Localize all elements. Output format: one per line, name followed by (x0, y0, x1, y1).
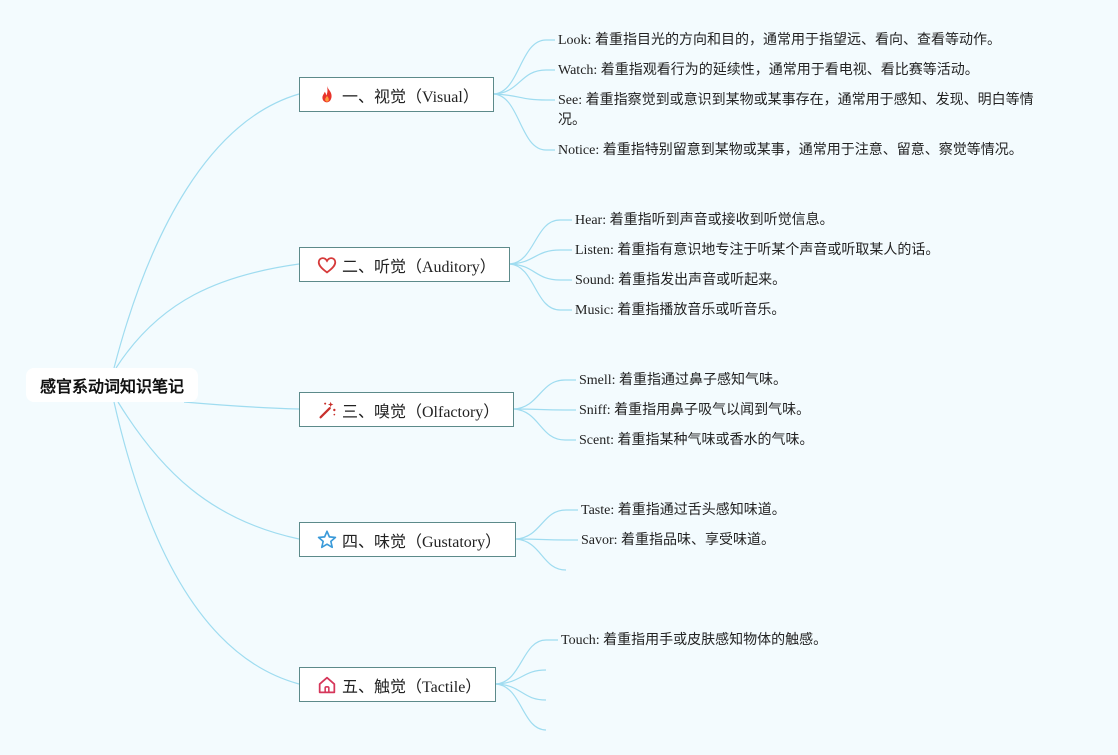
connector-auditory-1 (509, 219, 572, 265)
connector-auditory-4 (509, 263, 572, 311)
connector-root-tactile (113, 401, 300, 685)
connector-root-gustatory (117, 401, 300, 540)
connector-gustatory-1 (515, 509, 578, 540)
connector-visual-1 (493, 39, 555, 95)
leaf-gustatory-2[interactable]: Savor: 着重指品味、享受味道。 (581, 531, 775, 551)
home-icon (316, 674, 338, 696)
branch-gustatory-label: 四、味觉（Gustatory） (342, 533, 502, 551)
branch-auditory[interactable]: 二、听觉（Auditory） (299, 247, 510, 282)
connector-root-auditory (115, 263, 300, 369)
branch-auditory-label: 二、听觉（Auditory） (342, 258, 496, 276)
leaf-tactile-1[interactable]: Touch: 着重指用手或皮肤感知物体的触感。 (561, 631, 827, 651)
connector-tactile-4 (495, 683, 547, 731)
branch-olfactory-label: 三、嗅觉（Olfactory） (342, 403, 500, 421)
star-icon (316, 529, 338, 551)
magic-wand-icon (316, 399, 338, 421)
leaf-olfactory-3[interactable]: Scent: 着重指某种气味或香水的气味。 (579, 431, 814, 451)
leaf-auditory-1[interactable]: Hear: 着重指听到声音或接收到听觉信息。 (575, 211, 834, 231)
heart-icon (316, 254, 338, 276)
leaf-auditory-4[interactable]: Music: 着重指播放音乐或听音乐。 (575, 301, 785, 321)
branch-gustatory[interactable]: 四、味觉（Gustatory） (299, 522, 516, 557)
connector-auditory-3 (509, 263, 572, 281)
leaf-visual-1[interactable]: Look: 着重指目光的方向和目的，通常用于指望远、看向、查看等动作。 (558, 31, 1001, 51)
leaf-olfactory-2[interactable]: Sniff: 着重指用鼻子吸气以闻到气味。 (579, 401, 810, 421)
branch-visual[interactable]: 一、视觉（Visual） (299, 77, 494, 112)
leaf-olfactory-1[interactable]: Smell: 着重指通过鼻子感知气味。 (579, 371, 787, 391)
connector-auditory-2 (509, 249, 572, 265)
connector-gustatory-3 (515, 538, 567, 571)
branch-tactile[interactable]: 五、触觉（Tactile） (299, 667, 496, 702)
connector-gustatory-2 (515, 538, 578, 541)
connector-olfactory-2 (513, 408, 576, 411)
connector-visual-4 (493, 93, 555, 151)
connector-root-visual (113, 93, 300, 369)
leaf-auditory-3[interactable]: Sound: 着重指发出声音或听起来。 (575, 271, 786, 291)
connector-root-olfactory (183, 401, 300, 410)
branch-visual-label: 一、视觉（Visual） (342, 88, 479, 106)
branch-tactile-label: 五、触觉（Tactile） (342, 678, 482, 696)
branch-olfactory[interactable]: 三、嗅觉（Olfactory） (299, 392, 514, 427)
leaf-auditory-2[interactable]: Listen: 着重指有意识地专注于听某个声音或听取某人的话。 (575, 241, 939, 261)
leaf-visual-3[interactable]: See: 着重指察觉到或意识到某物或某事存在，通常用于感知、发现、明白等情况。 (558, 91, 1038, 131)
leaf-visual-2[interactable]: Watch: 着重指观看行为的延续性，通常用于看电视、看比赛等活动。 (558, 61, 979, 81)
leaf-visual-4[interactable]: Notice: 着重指特别留意到某物或某事，通常用于注意、留意、察觉等情况。 (558, 141, 1023, 161)
root-topic[interactable]: 感官系动词知识笔记 (26, 368, 198, 402)
connector-olfactory-1 (513, 379, 576, 410)
connector-tactile-1 (495, 639, 558, 685)
fire-icon (316, 84, 338, 106)
leaf-gustatory-1[interactable]: Taste: 着重指通过舌头感知味道。 (581, 501, 786, 521)
connector-olfactory-3 (513, 408, 576, 441)
